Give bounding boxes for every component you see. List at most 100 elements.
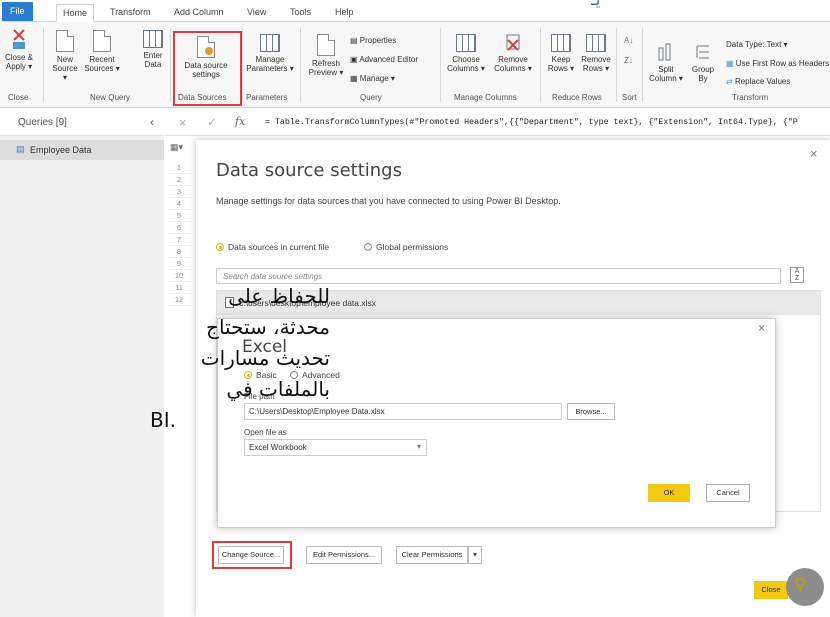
- manage-parameters-label: Manage Parameters ▾: [246, 55, 294, 73]
- tab-add-column[interactable]: Add Column: [168, 4, 230, 22]
- remove-rows-icon: [586, 34, 606, 52]
- sort-icon[interactable]: AZ: [790, 267, 804, 283]
- remove-columns-button[interactable]: Remove Columns ▾: [490, 34, 536, 73]
- edit-permissions-button[interactable]: Edit Permissions...: [306, 546, 382, 564]
- table-menu-icon[interactable]: ▦▾: [170, 142, 183, 153]
- row-number: 3: [167, 186, 191, 198]
- group-manage-columns-label: Manage Columns: [454, 93, 517, 102]
- clear-permissions-button[interactable]: Clear Permissions: [396, 546, 468, 564]
- close-icon[interactable]: ×: [810, 146, 818, 161]
- enter-data-icon: [143, 30, 163, 48]
- close-button[interactable]: Close: [754, 581, 788, 599]
- row-number: 7: [167, 234, 191, 246]
- ribbon-separator: [616, 28, 617, 102]
- close-icon[interactable]: ×: [758, 321, 765, 335]
- tab-view[interactable]: View: [241, 4, 272, 22]
- radio-global-label: Global permissions: [376, 242, 449, 252]
- keep-rows-button[interactable]: Keep Rows ▾: [544, 34, 578, 73]
- group-reduce-rows-label: Reduce Rows: [552, 93, 602, 102]
- tab-help[interactable]: Help: [329, 4, 360, 22]
- radio-current-label: Data sources in current file: [228, 242, 330, 252]
- arabic-line: بالملفات في: [226, 377, 330, 401]
- browse-button[interactable]: Browse...: [567, 403, 615, 420]
- arabic-line: محدثة، ستحتاج: [206, 315, 330, 339]
- radio-global-permissions[interactable]: Global permissions: [364, 242, 448, 252]
- dialog-description: Manage settings for data sources that yo…: [216, 196, 561, 206]
- manage-button[interactable]: ▦ Manage ▾: [350, 74, 395, 84]
- close-apply-label: Close & Apply ▾: [4, 53, 33, 71]
- manage-parameters-icon: [260, 34, 280, 52]
- manage-label: Manage ▾: [359, 74, 395, 83]
- sort-ascending-icon[interactable]: A↓: [624, 36, 633, 46]
- data-type-dropdown[interactable]: Data Type: Text ▾: [726, 40, 788, 50]
- radio-current-file[interactable]: Data sources in current file: [216, 242, 329, 252]
- use-first-row-button[interactable]: ▦ Use First Row as Headers ▾: [726, 59, 830, 69]
- recent-sources-icon: [93, 30, 111, 52]
- fx-icon: fx: [235, 115, 246, 128]
- advanced-editor-button[interactable]: ▣ Advanced Editor: [350, 55, 418, 65]
- ribbon-separator: [43, 28, 44, 102]
- keep-rows-icon: [551, 34, 571, 52]
- group-by-button[interactable]: Group By: [690, 42, 716, 83]
- tab-home[interactable]: Home: [56, 4, 95, 22]
- split-column-button[interactable]: Split Column ▾: [648, 42, 684, 83]
- queries-pane: ▤ Employee Data: [0, 136, 164, 617]
- queries-header: Queries [9] ‹: [0, 110, 164, 136]
- cancel-button[interactable]: Cancel: [706, 484, 750, 502]
- choose-columns-button[interactable]: Choose Columns ▾: [444, 34, 488, 73]
- use-first-row-label: Use First Row as Headers ▾: [735, 59, 830, 68]
- properties-button[interactable]: ▤ Properties: [350, 36, 396, 46]
- queries-count: Queries [9]: [18, 117, 67, 128]
- row-number: 1: [167, 162, 191, 174]
- replace-icon: ⇄: [726, 77, 735, 86]
- search-icon[interactable]: ⚲: [794, 575, 806, 595]
- sort-descending-icon[interactable]: Z↓: [624, 56, 633, 66]
- close-apply-button[interactable]: Close & Apply ▾: [2, 28, 36, 71]
- ribbon-separator: [170, 28, 171, 102]
- enter-data-button[interactable]: Enter Data: [140, 30, 166, 69]
- open-as-value: Excel Workbook: [249, 443, 307, 452]
- chevron-down-icon[interactable]: ▾: [468, 546, 482, 564]
- group-close-label: Close: [8, 93, 29, 102]
- query-item-employee-data[interactable]: ▤ Employee Data: [0, 140, 164, 160]
- ribbon: Close & Apply ▾ Close New Source ▾ Recen…: [0, 22, 830, 108]
- row-number: 5: [167, 210, 191, 222]
- ribbon-tabs: File Home Transform Add Column View Tool…: [0, 0, 830, 22]
- manage-parameters-button[interactable]: Manage Parameters ▾: [242, 34, 298, 73]
- arabic-line: للحفاظ على: [228, 284, 330, 308]
- cancel-formula-icon[interactable]: ×: [179, 115, 187, 130]
- new-source-button[interactable]: New Source ▾: [50, 30, 80, 82]
- formula-input[interactable]: = Table.TransformColumnTypes(#"Promoted …: [265, 118, 798, 127]
- row-number: 4: [167, 198, 191, 210]
- remove-rows-button[interactable]: Remove Rows ▾: [578, 34, 614, 73]
- group-by-icon: [695, 42, 711, 62]
- arabic-overlay-text: للحفاظ على محدثة، ستحتاج تحديث مسارات با…: [150, 281, 330, 436]
- properties-icon: ▤: [350, 36, 360, 45]
- enter-data-label: Enter Data: [143, 51, 163, 69]
- new-source-label: New Source ▾: [52, 55, 78, 82]
- replace-values-button[interactable]: ⇄ Replace Values: [726, 77, 790, 87]
- tab-file[interactable]: File: [2, 2, 33, 21]
- ribbon-separator: [300, 28, 301, 102]
- row-number: 2: [167, 174, 191, 186]
- confirm-formula-icon[interactable]: ✓: [207, 115, 217, 129]
- group-parameters-label: Parameters: [246, 93, 288, 102]
- table-icon: ▤: [16, 144, 25, 154]
- group-new-query-label: New Query: [90, 93, 131, 102]
- arabic-heading-fragment: يـ: [591, 0, 600, 9]
- open-as-select[interactable]: Excel Workbook ▾: [244, 439, 427, 456]
- group-transform-label: Transform: [732, 93, 769, 102]
- recent-sources-button[interactable]: Recent Sources ▾: [84, 30, 120, 73]
- refresh-icon: [317, 34, 335, 56]
- collapse-icon[interactable]: ‹: [150, 115, 154, 129]
- replace-values-label: Replace Values: [734, 77, 791, 86]
- recent-sources-label: Recent Sources ▾: [84, 55, 120, 73]
- choose-columns-label: Choose Columns ▾: [447, 55, 485, 73]
- highlight-box: [212, 541, 292, 569]
- tab-transform[interactable]: Transform: [104, 4, 157, 22]
- refresh-preview-button[interactable]: Refresh Preview ▾: [305, 34, 347, 77]
- ok-button[interactable]: OK: [648, 484, 690, 502]
- radio-unselected-icon: [364, 243, 372, 251]
- arabic-line: BI.: [150, 408, 176, 432]
- tab-tools[interactable]: Tools: [284, 4, 317, 22]
